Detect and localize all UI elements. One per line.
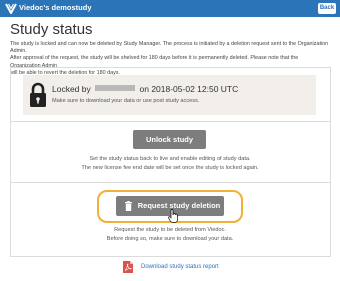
info-line: The study is locked and can now be delet…: [10, 41, 329, 55]
back-button[interactable]: Back: [318, 3, 336, 14]
download-note: Make sure to download your data or use p…: [52, 98, 200, 104]
unlock-description: Set the study status back to live and en…: [89, 156, 251, 162]
unlock-study-button[interactable]: Unlock study: [133, 130, 206, 149]
download-study-status-report-link[interactable]: Download study status report: [141, 264, 219, 270]
unlock-description: The new license fee end date will be set…: [81, 165, 259, 171]
deletion-description: Before doing so, make sure to download y…: [106, 236, 234, 242]
request-study-deletion-label: Request study deletion: [137, 201, 221, 210]
divider: [11, 121, 330, 122]
locked-status-box: [23, 75, 316, 115]
hand-cursor-icon: [168, 209, 178, 223]
lock-icon: [30, 82, 46, 107]
page-title: Study status: [10, 21, 93, 38]
app-title: Viedoc's demostudy: [19, 3, 92, 12]
locked-prefix: Locked by: [52, 84, 91, 94]
redacted-user-name: [95, 85, 136, 91]
deletion-description: Request the study to be deleted from Vie…: [114, 227, 226, 233]
locked-date: on 2018-05-02 12:50 UTC: [139, 84, 239, 94]
trash-icon: [125, 201, 132, 211]
locked-by-text: Locked by on 2018-05-02 12:50 UTC: [52, 84, 238, 94]
unlock-study-label: Unlock study: [145, 135, 194, 144]
divider: [11, 182, 330, 183]
pdf-icon: [123, 261, 133, 273]
viedoc-logo-icon: [5, 3, 17, 14]
top-bar: Viedoc's demostudy Back: [0, 0, 340, 17]
